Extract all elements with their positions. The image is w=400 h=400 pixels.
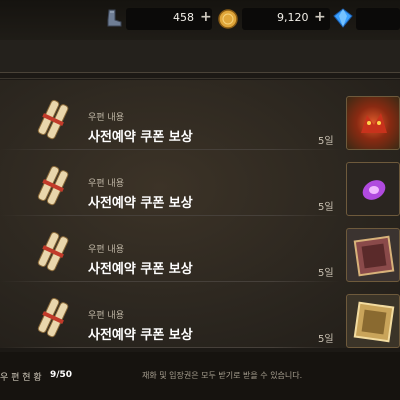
header-band bbox=[0, 40, 400, 72]
boot-icon bbox=[107, 9, 122, 27]
mail-title: 사전예약 쿠폰 보상 bbox=[88, 130, 193, 145]
divider bbox=[0, 72, 400, 73]
gold-card-reward-icon[interactable] bbox=[346, 294, 400, 348]
add-boot-button[interactable]: + bbox=[200, 9, 212, 25]
mail-title: 사전예약 쿠폰 보상 bbox=[88, 328, 193, 343]
days-remaining: 5일 bbox=[318, 136, 334, 147]
purple-card-reward-icon[interactable] bbox=[346, 228, 400, 282]
scroll-icon bbox=[37, 297, 69, 338]
mail-label: 우편 내용 bbox=[88, 245, 124, 255]
mail-label: 우편 내용 bbox=[88, 179, 124, 189]
boot-currency-value: 458 bbox=[173, 11, 194, 24]
scroll-icon bbox=[37, 165, 69, 206]
days-remaining: 5일 bbox=[318, 334, 334, 345]
footer-notice: 재화 및 입장권은 모두 받기로 받을 수 있습니다. bbox=[142, 371, 303, 380]
mail-label: 우편 내용 bbox=[88, 113, 124, 123]
scroll-icon bbox=[37, 231, 69, 272]
days-remaining: 5일 bbox=[318, 202, 334, 213]
divider bbox=[0, 78, 400, 79]
currency-bar: 458 + 9,120 + bbox=[0, 0, 400, 40]
days-remaining: 5일 bbox=[318, 268, 334, 279]
mail-title: 사전예약 쿠폰 보상 bbox=[88, 262, 193, 277]
mail-item[interactable]: 우편 내용 사전예약 쿠폰 보상 5일 bbox=[0, 154, 400, 216]
mail-status-label: 우 편 현 황 bbox=[0, 373, 42, 383]
mail-item[interactable]: 우편 내용 사전예약 쿠폰 보상 5일 bbox=[0, 286, 400, 348]
purple-orb-reward-icon[interactable] bbox=[346, 162, 400, 216]
red-beast-reward-icon[interactable] bbox=[346, 96, 400, 150]
mail-list: 우편 내용 사전예약 쿠폰 보상 5일 우편 내용 사전예약 쿠폰 보상 5일 … bbox=[0, 80, 400, 348]
mail-item[interactable]: 우편 내용 사전예약 쿠폰 보상 5일 bbox=[0, 220, 400, 282]
mail-item[interactable]: 우편 내용 사전예약 쿠폰 보상 5일 bbox=[0, 88, 400, 150]
mail-title: 사전예약 쿠폰 보상 bbox=[88, 196, 193, 211]
scroll-icon bbox=[37, 99, 69, 140]
mail-label: 우편 내용 bbox=[88, 311, 124, 321]
add-gold-button[interactable]: + bbox=[314, 9, 326, 25]
gem-currency-box bbox=[356, 8, 400, 30]
mail-count: 9/50 bbox=[50, 370, 73, 380]
gold-coin-icon bbox=[218, 9, 238, 29]
blue-gem-icon bbox=[333, 8, 353, 28]
gold-currency-value: 9,120 bbox=[277, 11, 309, 24]
